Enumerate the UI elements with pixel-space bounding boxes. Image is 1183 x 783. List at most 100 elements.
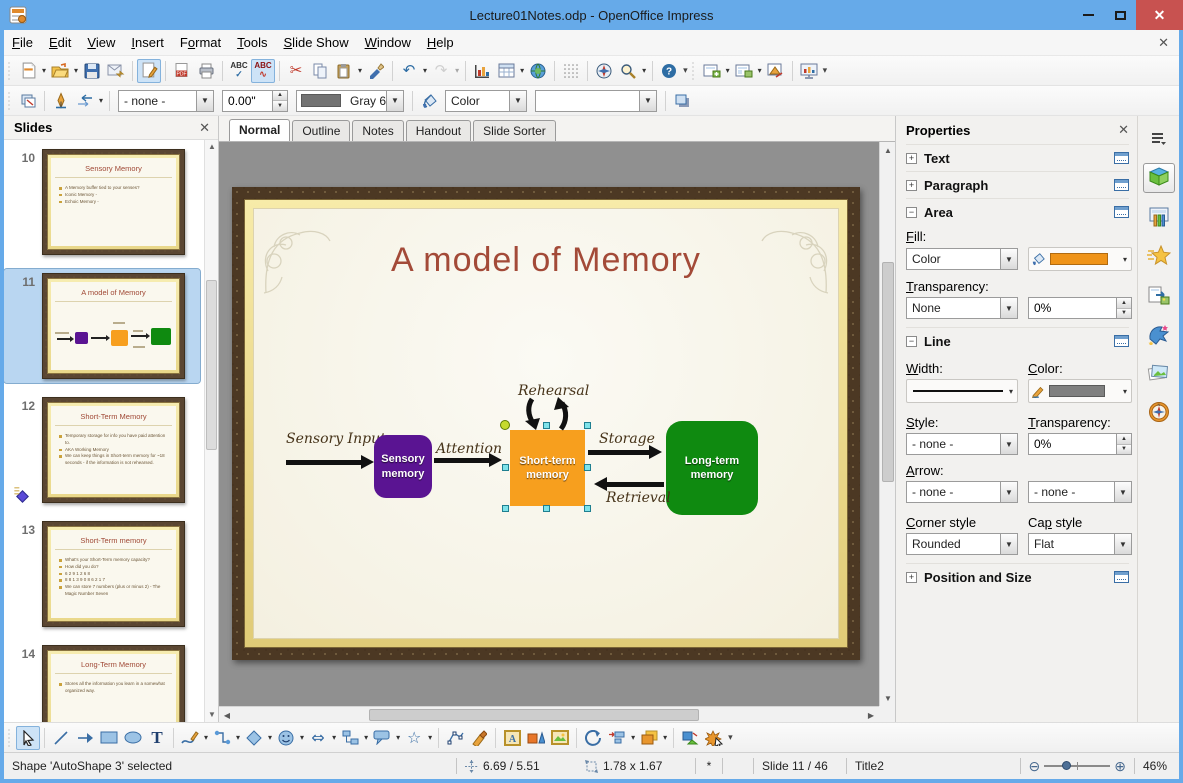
shadow-button[interactable]	[670, 89, 694, 113]
slides-panel-close-icon[interactable]: ✕	[199, 120, 210, 136]
glue-points-button[interactable]	[467, 726, 491, 750]
transparency-spinner[interactable]: 0% ▲ ▼	[1028, 297, 1132, 319]
slide-thumbnail[interactable]: Sensory Memory A Memory buffer tied to yo…	[42, 149, 185, 255]
line-color-combo2[interactable]: ▾	[1028, 379, 1132, 403]
fontwork-button[interactable]: A	[500, 726, 524, 750]
block-arrows-caret[interactable]: ▾	[330, 733, 338, 742]
slides-scrollbar-thumb[interactable]	[206, 280, 217, 450]
extrusion-button[interactable]	[678, 726, 702, 750]
sensory-memory-box[interactable]: Sensory memory	[374, 435, 432, 498]
autospellcheck-button[interactable]: ABC ∿	[251, 58, 276, 83]
zoom-slider-knob[interactable]	[1062, 761, 1072, 770]
spellcheck-button[interactable]: ABC ✓	[227, 59, 251, 83]
sidebar-tab-gallery[interactable]	[1143, 358, 1175, 388]
zoom-percent[interactable]: 46%	[1135, 759, 1179, 773]
zoom-control[interactable]: ⊖ ⊕	[1021, 758, 1134, 775]
insert-picture-button[interactable]	[548, 726, 572, 750]
storage-label[interactable]: Storage	[599, 431, 655, 447]
sensory-input-arrow[interactable]	[286, 455, 374, 469]
storage-arrow[interactable]	[588, 445, 662, 459]
sidebar-tab-master-pages[interactable]	[1143, 280, 1175, 310]
curve-tool-button[interactable]	[178, 726, 202, 750]
slide-thumbnail[interactable]: Short-Term memory What's your Short-Term …	[42, 521, 185, 627]
selection-handle-top[interactable]	[543, 422, 550, 429]
drawing-toolbar-grip[interactable]	[7, 727, 12, 748]
hyperlink-button[interactable]	[526, 59, 550, 83]
cap-style-combo[interactable]: Flat ▼	[1028, 533, 1132, 555]
display-grid-button[interactable]	[559, 59, 583, 83]
fill-type-combo[interactable]: Color ▼	[445, 89, 528, 112]
area-dialog-launcher-icon[interactable]	[1114, 206, 1129, 218]
export-pdf-button[interactable]: PDF	[170, 59, 194, 83]
toolbar-grip[interactable]	[7, 60, 12, 81]
symbol-shapes-caret[interactable]: ▾	[298, 733, 306, 742]
edit-points-button[interactable]	[443, 726, 467, 750]
zoom-in-icon[interactable]: ⊕	[1114, 758, 1126, 775]
text-dialog-launcher-icon[interactable]	[1114, 152, 1129, 164]
line-style-combo2[interactable]: - none - ▼	[906, 433, 1018, 455]
slides-panel-scrollbar[interactable]: ▲ ▼	[204, 140, 218, 722]
open-button[interactable]	[48, 59, 72, 83]
start-slideshow-button[interactable]	[797, 59, 821, 83]
arrange-button[interactable]	[637, 726, 661, 750]
scroll-down-icon[interactable]: ▼	[880, 690, 896, 706]
slide-thumbnail[interactable]: Long-Term Memory Stores all the informati…	[42, 645, 185, 722]
menu-window[interactable]: Window	[357, 31, 419, 54]
stars-button[interactable]: ☆	[402, 726, 426, 750]
connector-tool-button[interactable]	[210, 726, 234, 750]
paste-dropdown-caret[interactable]: ▾	[356, 66, 364, 75]
slide-canvas[interactable]: A model of Memory Sensory Input Sensory …	[232, 187, 860, 660]
navigator-button[interactable]	[592, 59, 616, 83]
possize-dialog-launcher-icon[interactable]	[1114, 571, 1129, 583]
menu-insert[interactable]: Insert	[123, 31, 172, 54]
sidebar-tab-effects[interactable]	[1143, 319, 1175, 349]
sidebar-menu-icon[interactable]	[1143, 124, 1175, 154]
slide-thumbnail-item[interactable]: 14 Long-Term Memory Stores all the informa…	[4, 641, 200, 722]
sidebar-tab-custom-animation[interactable]	[1143, 241, 1175, 271]
alignment-caret[interactable]: ▾	[629, 733, 637, 742]
basic-shapes-button[interactable]	[242, 726, 266, 750]
arrow-end-combo[interactable]: - none - ▼	[1028, 481, 1132, 503]
retrieval-arrow[interactable]	[594, 477, 664, 491]
horizontal-scroll-thumb[interactable]	[369, 709, 699, 721]
vertical-scroll-thumb[interactable]	[882, 262, 894, 482]
drawbar-overflow-caret[interactable]: ▾	[728, 732, 733, 743]
insert-chart-button[interactable]	[470, 59, 494, 83]
table-dropdown-caret[interactable]: ▾	[518, 66, 526, 75]
cut-button[interactable]: ✂	[284, 59, 308, 83]
format-paintbrush-button[interactable]	[364, 59, 388, 83]
insert-table-button[interactable]	[494, 59, 518, 83]
new-slide-button[interactable]	[700, 59, 724, 83]
scroll-up-icon[interactable]: ▲	[880, 142, 896, 158]
slide-thumbnail[interactable]: A model of Memory	[42, 273, 185, 379]
area-fill-color-combo[interactable]: ▾	[1028, 247, 1132, 271]
retrieval-label[interactable]: Retrieval	[606, 490, 671, 506]
stars-caret[interactable]: ▾	[426, 733, 434, 742]
slide-layout-dropdown-caret[interactable]: ▾	[756, 66, 764, 75]
block-arrows-button[interactable]: ⇔	[306, 726, 330, 750]
flowchart-caret[interactable]: ▾	[362, 733, 370, 742]
selection-handle-bottom-right[interactable]	[584, 505, 591, 512]
zoom-button[interactable]	[616, 59, 640, 83]
arrow-style-caret[interactable]: ▾	[97, 96, 105, 105]
menu-help[interactable]: Help	[419, 31, 462, 54]
scroll-up-icon[interactable]: ▲	[205, 140, 219, 154]
line-color-combo[interactable]: Gray 6 ▼	[296, 89, 405, 112]
alignment-button[interactable]	[605, 726, 629, 750]
select-tool-button[interactable]	[16, 725, 40, 750]
menu-tools[interactable]: Tools	[229, 31, 275, 54]
menu-view[interactable]: View	[79, 31, 123, 54]
zoom-slider[interactable]	[1044, 759, 1111, 773]
save-button[interactable]	[80, 59, 104, 83]
curve-caret[interactable]: ▾	[202, 733, 210, 742]
attention-arrow[interactable]	[434, 453, 502, 467]
line-style-combo[interactable]: - none - ▼	[118, 89, 215, 112]
arrow-start-combo[interactable]: - none - ▼	[906, 481, 1018, 503]
sidebar-tab-properties[interactable]	[1142, 163, 1175, 193]
area-fill-type-combo[interactable]: Color ▼	[906, 248, 1018, 270]
maximize-button[interactable]	[1104, 0, 1136, 30]
slide-thumbnail[interactable]: Short-Term Memory Temporary storage for i…	[42, 397, 185, 503]
minimize-button[interactable]	[1072, 0, 1104, 30]
section-text[interactable]: + Text	[906, 144, 1129, 171]
slide-layout-button[interactable]	[732, 59, 756, 83]
